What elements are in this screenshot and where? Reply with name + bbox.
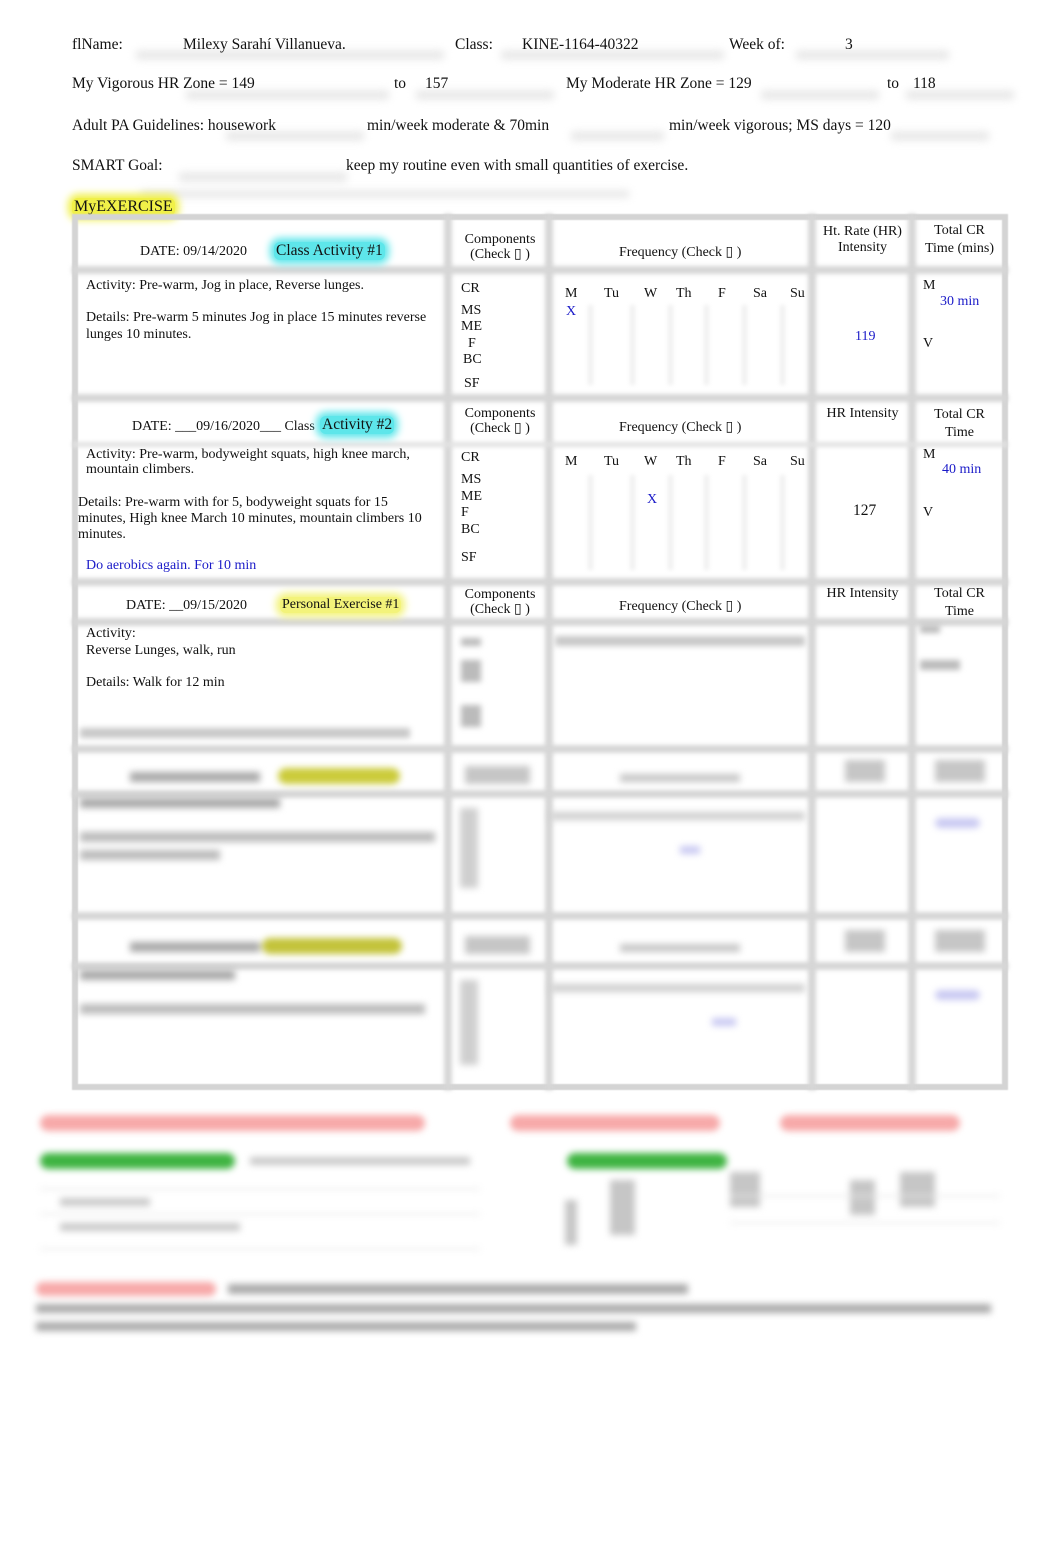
hr-intensity-header: HR Intensity <box>826 406 899 421</box>
component-sf[interactable]: SF <box>464 376 480 392</box>
day-check-mark[interactable]: X <box>566 304 576 320</box>
day-sa[interactable]: Sa <box>753 286 767 302</box>
day-w[interactable]: W <box>644 286 657 302</box>
moderate-time-value[interactable]: 30 min <box>940 294 979 310</box>
frequency-header: Frequency (Check ▯ ) <box>619 420 742 435</box>
day-tu[interactable]: Tu <box>604 454 619 470</box>
day-tu[interactable]: Tu <box>604 286 619 302</box>
activity-text[interactable]: Activity: Pre-warm, bodyweight squats, h… <box>86 447 431 477</box>
day-su[interactable]: Su <box>790 454 805 470</box>
moderate-time-value[interactable]: 40 min <box>942 462 981 478</box>
total-cr-time-header: Total CR Time <box>934 407 985 440</box>
hr-intensity-value[interactable]: 119 <box>855 329 875 345</box>
row-divider <box>72 266 1008 274</box>
moderate-max-field[interactable]: 118 <box>913 75 936 93</box>
component-sf[interactable]: SF <box>461 550 477 566</box>
vigorous-max-field[interactable]: 157 <box>425 75 448 93</box>
day-f[interactable]: F <box>718 286 726 302</box>
note-text[interactable]: Do aerobics again. For 10 min <box>86 558 256 574</box>
guidelines-moderate-label: min/week moderate & 70min <box>367 117 550 134</box>
frequency-header: Frequency (Check ▯ ) <box>619 599 742 614</box>
frequency-header: Frequency (Check ▯ ) <box>619 245 742 260</box>
column-divider <box>444 214 452 1090</box>
blurred-components <box>455 630 545 740</box>
entry-type-tag: Personal Exercise #1 <box>280 597 402 613</box>
component-ms[interactable]: MS <box>461 303 481 319</box>
activity-text[interactable]: Reverse Lunges, walk, run <box>86 643 236 659</box>
column-divider <box>908 214 916 1090</box>
total-cr-time-header: Total CR Time (mins) <box>924 223 995 256</box>
row-divider <box>72 745 1008 753</box>
details-text[interactable]: Details: Pre-warm with for 5, bodyweight… <box>78 495 438 543</box>
activity-label: Activity: <box>86 626 136 641</box>
day-m[interactable]: M <box>565 454 577 470</box>
component-cr[interactable]: CR <box>461 281 480 297</box>
day-w[interactable]: W <box>644 454 657 470</box>
row-divider <box>72 618 1008 626</box>
vigorous-label: V <box>923 505 934 520</box>
component-cr[interactable]: CR <box>461 450 480 466</box>
day-check-mark[interactable]: X <box>647 492 657 508</box>
day-th[interactable]: Th <box>676 454 692 470</box>
column-divider <box>545 214 553 1090</box>
moderate-hr-zone-label: My Moderate HR Zone = 129 <box>566 75 752 92</box>
class-field[interactable]: KINE-1164-40322 <box>522 36 639 54</box>
column-divider <box>808 214 816 1090</box>
day-f[interactable]: F <box>718 454 726 470</box>
moderate-label: M <box>923 447 936 462</box>
moderate-to-label: to <box>887 75 900 92</box>
vigorous-label: V <box>923 336 934 351</box>
component-bc[interactable]: BC <box>461 522 480 538</box>
moderate-label: M <box>923 278 936 293</box>
blurred-days <box>555 636 805 646</box>
day-sa[interactable]: Sa <box>753 454 767 470</box>
component-me[interactable]: ME <box>461 319 482 335</box>
component-f[interactable]: F <box>461 505 469 521</box>
vigorous-hr-zone-label: My Vigorous HR Zone = 149 <box>72 75 255 92</box>
entry-date[interactable]: DATE: 09/14/2020 <box>140 244 247 260</box>
smart-goal-label: SMART Goal: <box>72 157 163 174</box>
components-header: Components (Check ▯ ) <box>464 232 536 262</box>
details-text[interactable]: Details: Pre-warm 5 minutes Jog in place… <box>86 309 436 343</box>
hr-intensity-value[interactable]: 127 <box>853 502 876 520</box>
entry-type-tag: Activity #2 <box>320 416 395 434</box>
entry-type-tag: Class Activity #1 <box>274 242 385 260</box>
week-label: Week of: <box>729 36 785 53</box>
day-th[interactable]: Th <box>676 286 692 302</box>
vigorous-to-label: to <box>394 75 407 92</box>
components-header: Components (Check ▯ ) <box>464 406 536 436</box>
day-su[interactable]: Su <box>790 286 805 302</box>
blurred-note <box>80 728 410 738</box>
hr-intensity-header: Ht. Rate (HR) Intensity <box>823 224 902 255</box>
row-divider <box>72 912 1008 920</box>
class-label: Class: <box>455 36 493 53</box>
entry-date[interactable]: DATE: __09/15/2020 <box>126 598 247 614</box>
hr-intensity-header: HR Intensity <box>826 586 899 601</box>
entry-date[interactable]: DATE: ___09/16/2020___ Class <box>132 419 315 435</box>
guidelines-vigorous-label: min/week vigorous; MS days = 120 <box>669 117 891 134</box>
name-field[interactable]: Milexy Sarahí Villanueva. <box>183 36 346 54</box>
activity-text[interactable]: Activity: Pre-warm, Jog in place, Revers… <box>86 278 364 294</box>
components-header: Components (Check ▯ ) <box>464 587 536 617</box>
component-me[interactable]: ME <box>461 489 482 505</box>
smart-goal-field[interactable]: keep my routine even with small quantiti… <box>346 157 688 175</box>
details-text[interactable]: Details: Walk for 12 min <box>86 675 225 691</box>
component-ms[interactable]: MS <box>461 472 481 488</box>
row-divider <box>72 790 1008 798</box>
component-bc[interactable]: BC <box>463 352 482 368</box>
week-field[interactable]: 3 <box>845 36 853 54</box>
guidelines-label: Adult PA Guidelines: housework <box>72 117 276 134</box>
total-cr-time-header: Total CR Time <box>934 586 985 619</box>
name-label: flName: <box>72 36 123 53</box>
day-m[interactable]: M <box>565 286 577 302</box>
component-f[interactable]: F <box>468 336 476 352</box>
row-divider <box>72 962 1008 970</box>
row-divider <box>72 394 1008 402</box>
